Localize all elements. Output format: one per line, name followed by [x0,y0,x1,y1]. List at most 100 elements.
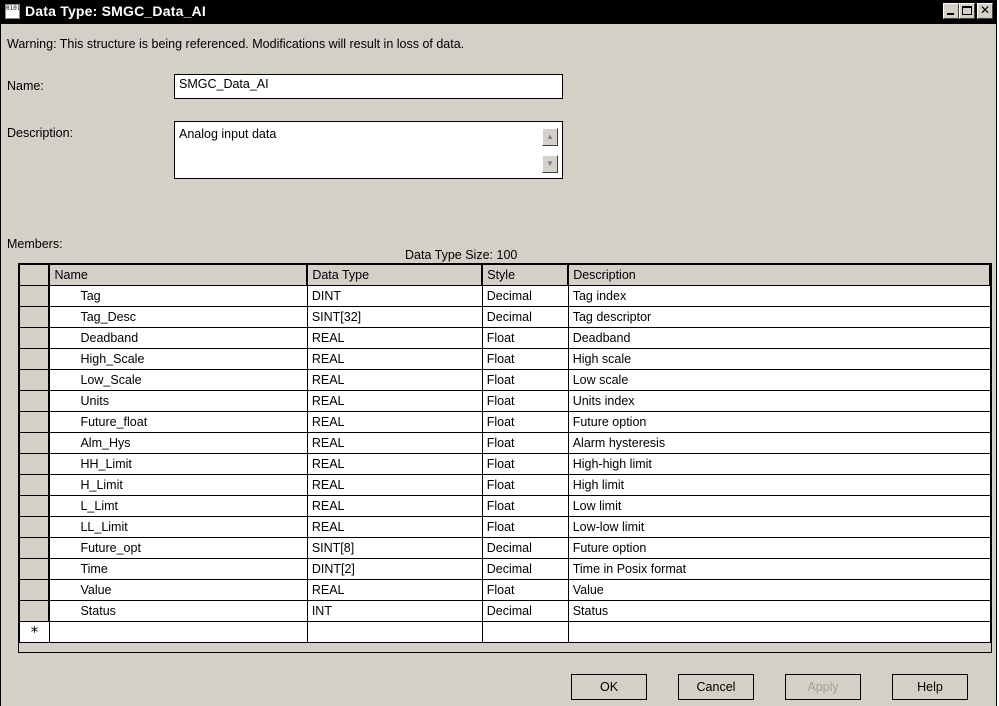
cell-style[interactable]: Float [481,579,569,601]
row-selector[interactable] [19,600,51,622]
table-row[interactable]: HH_Limit REAL Float High-high limit [19,453,991,475]
cell-data-type[interactable]: REAL [306,348,483,370]
cell-style[interactable]: Float [481,348,569,370]
table-row[interactable]: H_Limit REAL Float High limit [19,474,991,496]
cell-data-type[interactable]: SINT[8] [306,537,483,559]
cell-description[interactable]: Future option [567,411,991,433]
table-row[interactable]: Future_float REAL Float Future option [19,411,991,433]
new-row-cell[interactable] [481,621,569,643]
table-row[interactable]: Status INT Decimal Status [19,600,991,622]
table-row[interactable]: Low_Scale REAL Float Low scale [19,369,991,391]
new-row[interactable]: * [19,621,991,643]
cell-data-type[interactable]: REAL [306,474,483,496]
column-header-name[interactable]: Name [48,264,309,286]
cell-style[interactable]: Float [481,432,569,454]
row-selector[interactable] [19,306,51,328]
table-row[interactable]: High_Scale REAL Float High scale [19,348,991,370]
cell-data-type[interactable]: REAL [306,411,483,433]
row-selector[interactable] [19,348,51,370]
help-button[interactable]: Help [892,674,968,700]
cell-name[interactable]: Future_float [48,411,308,433]
cell-description[interactable]: Value [567,579,991,601]
row-selector[interactable] [19,537,51,559]
row-selector[interactable] [19,432,51,454]
cell-style[interactable]: Float [481,411,569,433]
column-header-data-type[interactable]: Data Type [306,264,484,286]
cell-description[interactable]: Low scale [567,369,991,391]
cell-data-type[interactable]: SINT[32] [306,306,483,328]
row-selector[interactable] [19,390,51,412]
cell-style[interactable]: Decimal [481,537,569,559]
cell-style[interactable]: Float [481,474,569,496]
cell-name[interactable]: Tag [48,285,308,307]
maximize-button[interactable] [959,3,975,19]
table-row[interactable]: Time DINT[2] Decimal Time in Posix format [19,558,991,580]
cell-name[interactable]: Deadband [48,327,308,349]
table-row[interactable]: Alm_Hys REAL Float Alarm hysteresis [19,432,991,454]
cell-data-type[interactable]: REAL [306,495,483,517]
cell-description[interactable]: Deadband [567,327,991,349]
cell-description[interactable]: Future option [567,537,991,559]
cell-description[interactable]: Units index [567,390,991,412]
cell-name[interactable]: LL_Limit [48,516,308,538]
cell-style[interactable]: Decimal [481,306,569,328]
cell-data-type[interactable]: REAL [306,369,483,391]
cell-data-type[interactable]: REAL [306,453,483,475]
cell-description[interactable]: Low-low limit [567,516,991,538]
cell-data-type[interactable]: DINT[2] [306,558,483,580]
cancel-button[interactable]: Cancel [678,674,754,700]
cell-description[interactable]: Tag descriptor [567,306,991,328]
cell-style[interactable]: Float [481,495,569,517]
description-field[interactable]: Analog input data ▲ ▼ [174,121,563,179]
cell-name[interactable]: High_Scale [48,348,308,370]
row-selector[interactable] [19,474,51,496]
new-row-cell[interactable] [48,621,308,643]
cell-style[interactable]: Float [481,390,569,412]
table-row[interactable]: Tag_Desc SINT[32] Decimal Tag descriptor [19,306,991,328]
cell-data-type[interactable]: REAL [306,327,483,349]
cell-name[interactable]: Value [48,579,308,601]
cell-data-type[interactable]: REAL [306,579,483,601]
title-bar[interactable]: 0101 Data Type: SMGC_Data_AI ✕ [1,0,996,24]
cell-name[interactable]: L_Limt [48,495,308,517]
row-selector[interactable] [19,369,51,391]
table-row[interactable]: LL_Limit REAL Float Low-low limit [19,516,991,538]
table-row[interactable]: Future_opt SINT[8] Decimal Future option [19,537,991,559]
cell-description[interactable]: Tag index [567,285,991,307]
cell-name[interactable]: Time [48,558,308,580]
members-grid[interactable]: Name Data Type Style Description Tag DINT… [18,263,992,653]
cell-name[interactable]: Future_opt [48,537,308,559]
row-selector[interactable] [19,495,51,517]
column-header-description[interactable]: Description [567,264,991,286]
cell-description[interactable]: Low limit [567,495,991,517]
cell-name[interactable]: Low_Scale [48,369,308,391]
cell-name[interactable]: HH_Limit [48,453,308,475]
cell-description[interactable]: High-high limit [567,453,991,475]
cell-description[interactable]: High limit [567,474,991,496]
cell-data-type[interactable]: REAL [306,390,483,412]
name-field[interactable]: SMGC_Data_AI [174,74,563,99]
new-row-cell[interactable] [567,621,991,643]
cell-data-type[interactable]: INT [306,600,483,622]
row-selector[interactable] [19,516,51,538]
minimize-button[interactable] [943,3,959,19]
cell-name[interactable]: Alm_Hys [48,432,308,454]
cell-style[interactable]: Decimal [481,558,569,580]
cell-name[interactable]: Tag_Desc [48,306,308,328]
cell-description[interactable]: High scale [567,348,991,370]
table-row[interactable]: Units REAL Float Units index [19,390,991,412]
cell-data-type[interactable]: DINT [306,285,483,307]
cell-data-type[interactable]: REAL [306,516,483,538]
close-button[interactable]: ✕ [977,3,993,19]
table-row[interactable]: Deadband REAL Float Deadband [19,327,991,349]
cell-style[interactable]: Float [481,453,569,475]
table-row[interactable]: Value REAL Float Value [19,579,991,601]
cell-style[interactable]: Float [481,327,569,349]
row-selector[interactable] [19,558,51,580]
scroll-down-button[interactable]: ▼ [542,155,558,173]
row-selector[interactable] [19,579,51,601]
row-selector[interactable] [19,453,51,475]
cell-description[interactable]: Alarm hysteresis [567,432,991,454]
cell-description[interactable]: Time in Posix format [567,558,991,580]
cell-name[interactable]: Status [48,600,308,622]
